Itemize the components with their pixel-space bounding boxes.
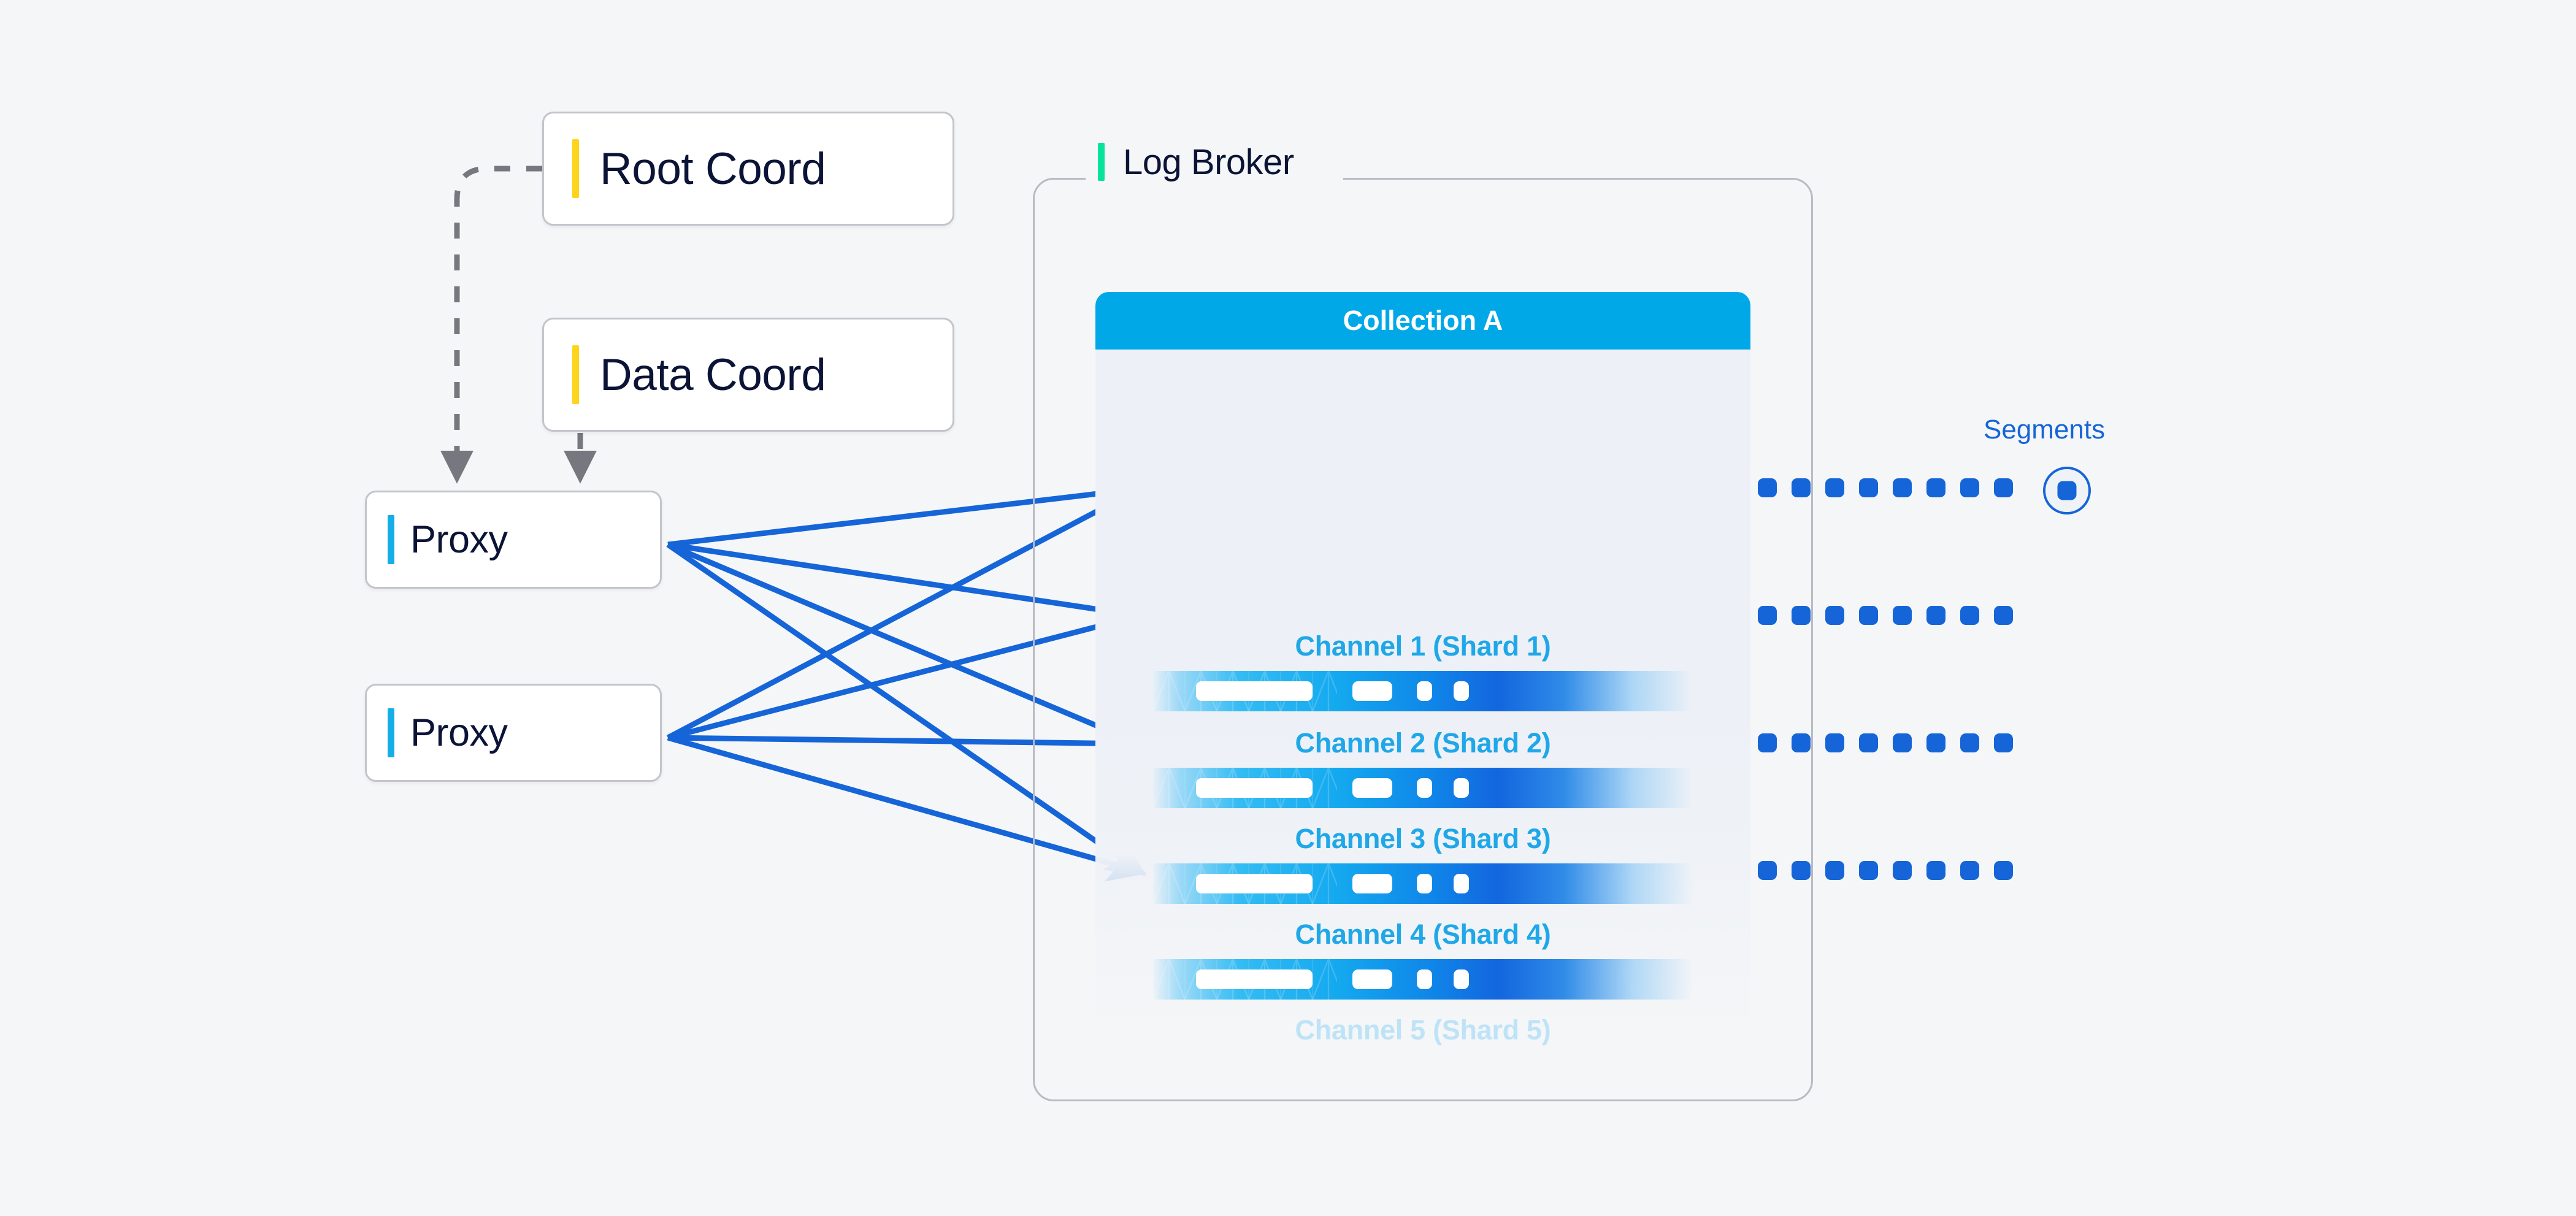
segment	[1792, 733, 1811, 752]
segment	[1859, 478, 1878, 497]
channel-bar-gaps	[1153, 863, 1693, 904]
segment-strip	[1758, 850, 2028, 890]
segment	[1859, 860, 1878, 880]
segment	[1825, 733, 1844, 752]
channel-row[interactable]: Channel 2 (Shard 2)	[1095, 727, 1750, 808]
channel-gap-block	[1196, 681, 1313, 701]
segment	[1758, 478, 1777, 497]
segment	[1893, 605, 1912, 625]
segments-annotation-label: Segments	[1984, 415, 2106, 445]
segment-strip	[1758, 722, 2028, 763]
channel-label: Channel 3 (Shard 3)	[1295, 823, 1551, 854]
node-proxy-2[interactable]: Proxy	[365, 684, 662, 782]
segment	[1825, 478, 1844, 497]
collection-panel: Collection A Channel 1 (Shard 1) Channel…	[1095, 292, 1750, 1052]
arrow-root-coord-to-proxy	[440, 166, 542, 484]
channel-gap-block	[1352, 874, 1392, 893]
segment	[1825, 860, 1844, 880]
channel-row[interactable]: Channel 3 (Shard 3)	[1095, 823, 1750, 904]
segment	[1960, 478, 1979, 497]
channel-gap-block	[1454, 778, 1469, 798]
channel-gap-block	[1454, 874, 1469, 893]
blue-accent-bar-icon	[388, 515, 394, 564]
segment	[1758, 605, 1777, 625]
channel-bar	[1153, 959, 1693, 1000]
segment	[1792, 605, 1811, 625]
segment	[1825, 605, 1844, 625]
segment	[1859, 733, 1878, 752]
segment	[1758, 733, 1777, 752]
blue-accent-bar-icon	[388, 708, 394, 757]
segment	[1994, 733, 2013, 752]
channel-label: Channel 5 (Shard 5)	[1295, 1014, 1551, 1046]
segment-highlight-ring	[2043, 467, 2091, 514]
channel-gap-block	[1352, 969, 1392, 989]
channel-row[interactable]: Channel 4 (Shard 4)	[1095, 919, 1750, 1000]
node-proxy-1[interactable]: Proxy	[365, 491, 662, 589]
node-root-coord-label: Root Coord	[600, 143, 826, 194]
segment	[1926, 478, 1945, 497]
segment	[1960, 860, 1979, 880]
segment	[1994, 605, 2013, 625]
channel-bar	[1153, 671, 1693, 711]
segment	[1792, 860, 1811, 880]
segment	[1960, 605, 1979, 625]
channel-gap-block	[1352, 681, 1392, 701]
channel-gap-block	[1417, 969, 1432, 989]
channel-row[interactable]: Channel 5 (Shard 5)	[1095, 1014, 1750, 1052]
channel-label: Channel 2 (Shard 2)	[1295, 727, 1551, 759]
segment	[1994, 478, 2013, 497]
highlighted-segment	[2057, 481, 2077, 500]
collection-header[interactable]: Collection A	[1095, 292, 1750, 350]
channel-label: Channel 1 (Shard 1)	[1295, 630, 1551, 662]
channel-gap-block	[1454, 969, 1469, 989]
segment	[1792, 478, 1811, 497]
segment	[1859, 605, 1878, 625]
node-proxy-1-label: Proxy	[410, 518, 508, 561]
segment	[1926, 860, 1945, 880]
channel-gap-block	[1417, 681, 1432, 701]
log-broker-title-label: Log Broker	[1123, 142, 1294, 182]
channel-label: Channel 4 (Shard 4)	[1295, 919, 1551, 950]
channel-gap-block	[1417, 874, 1432, 893]
node-data-coord-label: Data Coord	[600, 350, 826, 400]
node-data-coord[interactable]: Data Coord	[542, 318, 954, 432]
collection-header-label: Collection A	[1343, 305, 1503, 336]
segment	[1758, 860, 1777, 880]
channel-gap-block	[1417, 778, 1432, 798]
channel-bar	[1153, 768, 1693, 808]
segment	[1926, 733, 1945, 752]
channel-bar-gaps	[1153, 671, 1693, 711]
segment	[1893, 860, 1912, 880]
segment	[1893, 478, 1912, 497]
diagram-canvas: Root Coord Data Coord Proxy Proxy Log Br…	[0, 0, 2576, 1216]
node-proxy-2-label: Proxy	[410, 711, 508, 754]
green-accent-bar-icon	[1098, 143, 1105, 181]
yellow-accent-bar-icon	[572, 345, 579, 404]
segment-strip	[1758, 467, 2028, 508]
node-root-coord[interactable]: Root Coord	[542, 112, 954, 226]
segment-strip	[1758, 595, 2028, 635]
segment	[1960, 733, 1979, 752]
channel-bar-gaps	[1153, 959, 1693, 1000]
segment	[1893, 733, 1912, 752]
channel-gap-block	[1454, 681, 1469, 701]
segment	[1926, 605, 1945, 625]
channel-bar	[1153, 863, 1693, 904]
log-broker-title: Log Broker	[1098, 142, 1294, 182]
channel-gap-block	[1196, 969, 1313, 989]
channel-row[interactable]: Channel 1 (Shard 1)	[1095, 630, 1750, 711]
channel-gap-block	[1196, 874, 1313, 893]
channel-gap-block	[1352, 778, 1392, 798]
yellow-accent-bar-icon	[572, 139, 579, 198]
channel-gap-block	[1196, 778, 1313, 798]
channel-bar-gaps	[1153, 768, 1693, 808]
segment	[1994, 860, 2013, 880]
